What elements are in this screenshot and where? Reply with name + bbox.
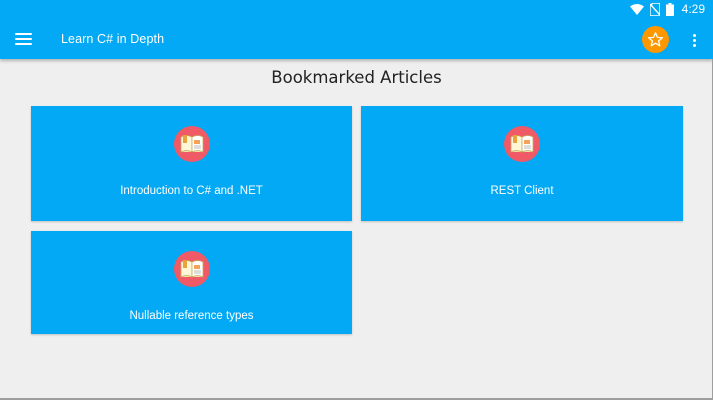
battery-icon [665, 2, 674, 16]
article-card-nullable[interactable]: Nullable reference types [31, 231, 352, 334]
star-icon [647, 32, 664, 47]
open-book-icon [173, 126, 210, 162]
page-title: Bookmarked Articles [271, 68, 442, 87]
status-bar: 4:29 [629, 0, 705, 18]
article-title: REST Client [490, 185, 554, 197]
hamburger-menu-icon[interactable] [12, 28, 36, 50]
open-book-icon [504, 126, 540, 162]
status-time: 4:29 [681, 2, 705, 16]
no-sim-icon [649, 2, 660, 16]
wifi-icon [629, 3, 644, 15]
article-card-introduction[interactable]: Introduction to C# and .NET [31, 106, 352, 221]
open-book-icon [173, 251, 210, 287]
more-vert-icon[interactable] [687, 31, 701, 49]
favorite-button[interactable] [642, 26, 669, 53]
article-card-rest-client[interactable]: REST Client [361, 106, 683, 221]
article-title: Introduction to C# and .NET [120, 185, 263, 197]
app-title: Learn C# in Depth [61, 32, 165, 46]
article-title: Nullable reference types [129, 310, 254, 322]
app-bar: 4:29 Learn C# in Depth [0, 0, 713, 59]
